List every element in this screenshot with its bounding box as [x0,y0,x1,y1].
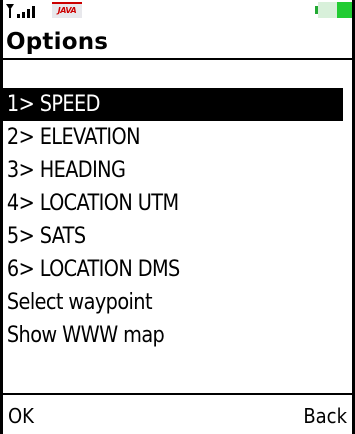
menu-item-show-www-map[interactable]: Show WWW map [3,319,343,352]
menu-item-speed[interactable]: 1> SPEED [3,88,343,121]
ok-softkey[interactable]: OK [8,402,34,430]
softkey-bar: OK Back [3,393,352,434]
menu-item-location-utm[interactable]: 4> LOCATION UTM [3,187,343,220]
back-softkey[interactable]: Back [303,402,347,430]
java-icon-label: JAVA [57,6,77,15]
phone-screen: JAVA Options 1> SPEED 2> ELEVATION 3> HE… [0,0,355,434]
options-menu: 1> SPEED 2> ELEVATION 3> HEADING 4> LOCA… [3,88,352,352]
page-title: Options [6,29,109,55]
menu-item-location-dms[interactable]: 6> LOCATION DMS [3,253,343,286]
menu-item-select-waypoint[interactable]: Select waypoint [3,286,343,319]
menu-item-sats[interactable]: 5> SATS [3,220,343,253]
signal-strength-icon [6,4,35,18]
softkey-divider [3,393,352,395]
menu-item-elevation[interactable]: 2> ELEVATION [3,121,343,154]
menu-item-heading[interactable]: 3> HEADING [3,154,343,187]
title-divider [3,58,352,60]
battery-icon [315,2,352,18]
java-icon: JAVA [52,2,82,18]
